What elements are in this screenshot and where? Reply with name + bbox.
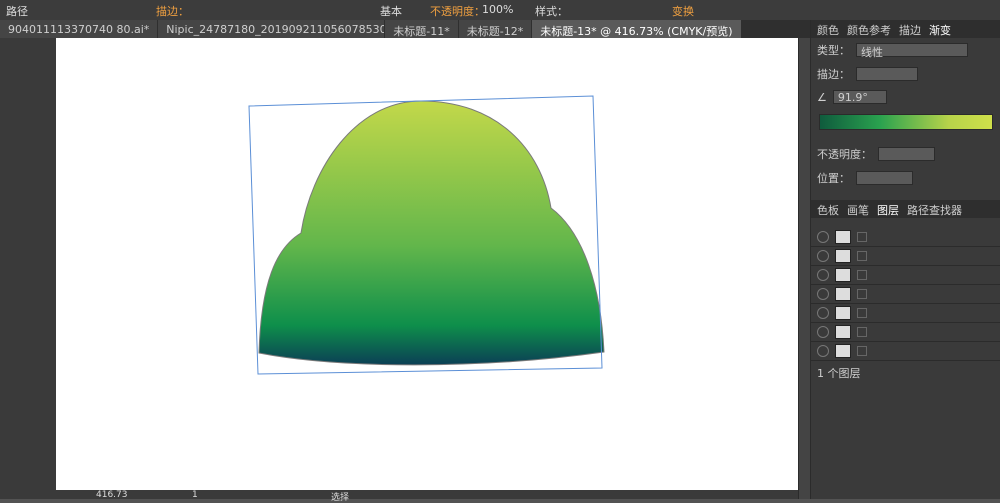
- gradient-opacity-label: 不透明度：: [817, 148, 872, 161]
- lock-icon[interactable]: [857, 327, 867, 337]
- eye-icon[interactable]: [817, 288, 829, 300]
- stroke-style[interactable]: 基本: [380, 3, 402, 19]
- layers-panel-tabs: 色板 画笔 图层 路径查找器: [811, 200, 1000, 218]
- gradient-opacity-row: 不透明度：: [811, 142, 1000, 166]
- layer-row[interactable]: [811, 323, 1000, 342]
- right-panel: 颜色 颜色参考 描边 渐变 类型： 线性 描边： ∠ 91.9° 不透明度： 位…: [810, 20, 1000, 499]
- layer-row[interactable]: [811, 266, 1000, 285]
- transform-label[interactable]: 变换: [672, 3, 694, 19]
- tab-stroke[interactable]: 描边: [899, 22, 921, 37]
- eye-icon[interactable]: [817, 269, 829, 281]
- lock-icon[interactable]: [857, 232, 867, 242]
- tab-5[interactable]: 未标题-13* @ 416.73% (CMYK/预览): [532, 20, 741, 38]
- tab-gradient[interactable]: 渐变: [929, 22, 951, 37]
- gradient-position-input[interactable]: [856, 171, 913, 185]
- angle-icon: ∠: [817, 90, 827, 104]
- tab-swatches[interactable]: 色板: [817, 202, 839, 217]
- layer-thumbnail: [835, 344, 851, 358]
- layer-row[interactable]: [811, 228, 1000, 247]
- tab-2[interactable]: Nipic_24787180_20190921105607853084.ai*: [158, 20, 385, 38]
- mode-value: 选择: [331, 493, 350, 503]
- layer-row[interactable]: [811, 285, 1000, 304]
- document-tabs: 904011113370740 80.ai* Nipic_24787180_20…: [0, 20, 810, 38]
- gradient-angle-input[interactable]: 91.9°: [832, 90, 887, 104]
- layer-row[interactable]: [811, 342, 1000, 361]
- gradient-slider[interactable]: [819, 114, 993, 130]
- tree-shape[interactable]: [258, 100, 605, 366]
- path-label: 路径: [6, 5, 28, 18]
- top-control-bar: 路径 描边： 基本 不透明度： 100% 样式： 变换: [0, 0, 1000, 21]
- gradient-stroke-row: 描边：: [811, 62, 1000, 86]
- canvas-area[interactable]: [56, 38, 798, 490]
- layer-thumbnail: [835, 230, 851, 244]
- tab-3[interactable]: 未标题-11*: [385, 20, 458, 38]
- tree-shape-svg: [248, 95, 605, 375]
- layer-thumbnail: [835, 306, 851, 320]
- color-panel-tabs: 颜色 颜色参考 描边 渐变: [811, 20, 1000, 38]
- opacity-label: 不透明度：: [430, 5, 485, 18]
- layer-thumbnail: [835, 325, 851, 339]
- tab-4[interactable]: 未标题-12*: [458, 20, 532, 38]
- artboard[interactable]: [56, 38, 798, 490]
- lock-icon[interactable]: [857, 308, 867, 318]
- layer-thumbnail: [835, 268, 851, 282]
- tab-brushes[interactable]: 画笔: [847, 202, 869, 217]
- eye-icon[interactable]: [817, 326, 829, 338]
- style-label: 样式：: [535, 5, 568, 18]
- eye-icon[interactable]: [817, 307, 829, 319]
- gradient-position-label: 位置：: [817, 172, 850, 185]
- gradient-type-row: 类型： 线性: [811, 38, 1000, 62]
- gradient-stroke-options[interactable]: [856, 67, 918, 81]
- tools-panel: [0, 38, 57, 499]
- gradient-type-select[interactable]: 线性: [856, 43, 968, 59]
- layer-row[interactable]: [811, 304, 1000, 323]
- eye-icon[interactable]: [817, 231, 829, 243]
- status-bar: 416.73 1 选择: [56, 490, 798, 503]
- lock-icon[interactable]: [857, 346, 867, 356]
- lock-icon[interactable]: [857, 270, 867, 280]
- eye-icon[interactable]: [817, 345, 829, 357]
- layers-count: 1 个图层: [817, 367, 861, 380]
- layers-list: 1 个图层: [811, 228, 1000, 385]
- gradient-position-row: 位置：: [811, 166, 1000, 190]
- lock-icon[interactable]: [857, 251, 867, 261]
- tab-color-guide[interactable]: 颜色参考: [847, 22, 891, 37]
- tab-layers[interactable]: 图层: [877, 202, 899, 217]
- layer-thumbnail: [835, 287, 851, 301]
- layers-footer: 1 个图层: [811, 361, 1000, 385]
- eye-icon[interactable]: [817, 250, 829, 262]
- layer-thumbnail: [835, 249, 851, 263]
- tab-pathfinder[interactable]: 路径查找器: [907, 202, 962, 217]
- tab-color[interactable]: 颜色: [817, 22, 839, 37]
- opacity-value[interactable]: 100%: [482, 3, 513, 16]
- lock-icon[interactable]: [857, 289, 867, 299]
- gradient-angle-row: ∠ 91.9°: [811, 86, 1000, 108]
- layer-row[interactable]: [811, 247, 1000, 266]
- stroke-label: 描边：: [156, 5, 189, 18]
- gradient-type-label: 类型：: [817, 44, 850, 57]
- gradient-opacity-input[interactable]: [878, 147, 935, 161]
- gradient-stroke-label: 描边：: [817, 68, 850, 81]
- tab-1[interactable]: 904011113370740 80.ai*: [0, 20, 158, 38]
